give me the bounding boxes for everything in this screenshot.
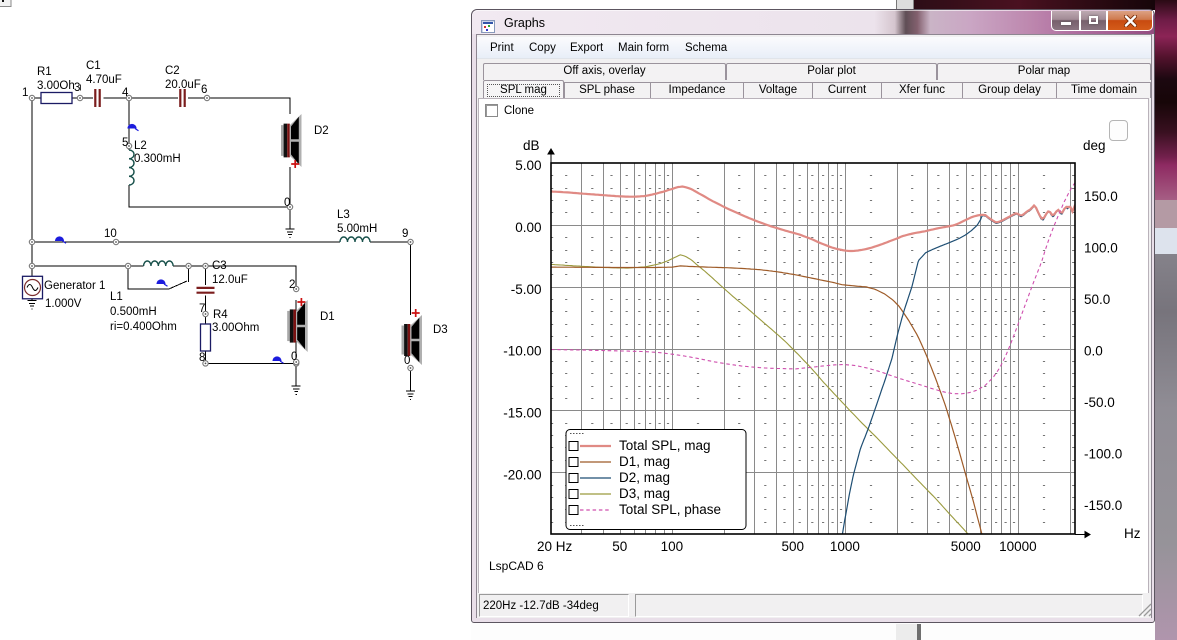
svg-text:-50.0: -50.0 bbox=[1084, 395, 1115, 410]
svg-text:1000: 1000 bbox=[830, 539, 860, 554]
svg-text:0.00: 0.00 bbox=[515, 220, 541, 235]
svg-text:100.0: 100.0 bbox=[1084, 240, 1118, 255]
svg-text:deg: deg bbox=[1083, 138, 1106, 153]
svg-text:5000: 5000 bbox=[951, 539, 981, 554]
svg-text:500: 500 bbox=[782, 539, 805, 554]
svg-text:Total SPL, phase: Total SPL, phase bbox=[619, 502, 721, 517]
svg-text:-15.00: -15.00 bbox=[503, 406, 541, 421]
svg-text:-150.0: -150.0 bbox=[1084, 498, 1122, 513]
svg-text:D2, mag: D2, mag bbox=[619, 470, 670, 485]
svg-text:100: 100 bbox=[661, 539, 684, 554]
svg-text:50: 50 bbox=[612, 539, 627, 554]
svg-text:0.0: 0.0 bbox=[1084, 344, 1103, 359]
svg-text:50.0: 50.0 bbox=[1084, 292, 1110, 307]
svg-text:5.00: 5.00 bbox=[515, 158, 541, 173]
svg-text:D1, mag: D1, mag bbox=[619, 454, 670, 469]
svg-text:Total SPL, mag: Total SPL, mag bbox=[619, 438, 711, 453]
svg-text:-20.00: -20.00 bbox=[503, 467, 541, 482]
svg-text:D3, mag: D3, mag bbox=[619, 486, 670, 501]
svg-text:-100.0: -100.0 bbox=[1084, 447, 1122, 462]
svg-text:dB: dB bbox=[523, 138, 540, 153]
svg-text:Hz: Hz bbox=[1124, 526, 1141, 541]
svg-text:150.0: 150.0 bbox=[1084, 189, 1118, 204]
svg-text:-10.00: -10.00 bbox=[503, 344, 541, 359]
svg-text:-5.00: -5.00 bbox=[511, 282, 542, 297]
svg-text:20 Hz: 20 Hz bbox=[537, 539, 573, 554]
svg-text:10000: 10000 bbox=[999, 539, 1037, 554]
